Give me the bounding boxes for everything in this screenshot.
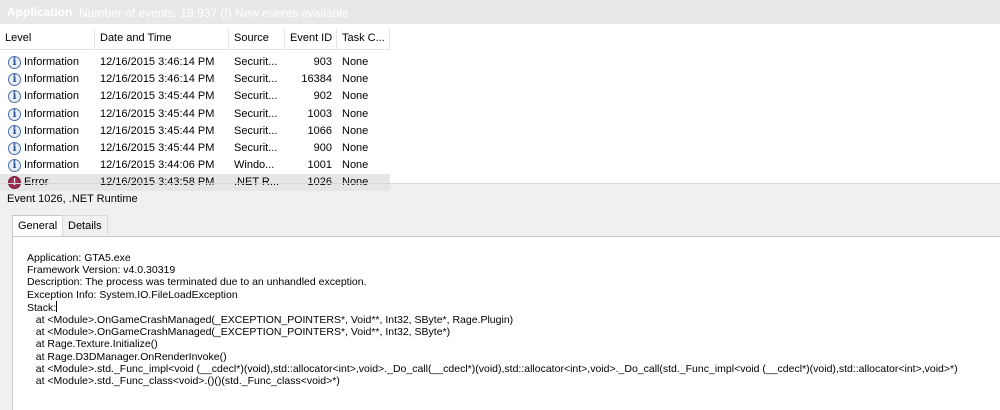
table-row[interactable]: i Information 12/16/2015 3:46:14 PM Securit… <box>0 54 390 71</box>
source-cell: Securit... <box>234 56 278 68</box>
table-row[interactable]: i Information 12/16/2015 3:44:06 PM Windo..… <box>0 157 390 174</box>
table-row[interactable]: i Information 12/16/2015 3:45:44 PM Securit… <box>0 123 390 140</box>
table-row[interactable]: i Information 12/16/2015 3:45:44 PM Securit… <box>0 140 390 157</box>
detail-line-text: at <Module>.OnGameCrashManaged(_EXCEPTIO… <box>27 314 514 327</box>
detail-line-text: Description: The process was terminated … <box>27 276 367 289</box>
event-description[interactable]: Application: GTA5.exe Framework Version: … <box>27 252 958 387</box>
level-cell: Information <box>24 73 80 86</box>
level-cell: Information <box>24 159 80 172</box>
detail-line: at <Module>.std._Func_impl<void (__cdecl… <box>27 363 958 375</box>
date-cell: 12/16/2015 3:46:14 PM <box>100 73 215 86</box>
title-bar: Application Number of events: 19,937 (!)… <box>0 0 1000 24</box>
level-cell: Information <box>24 107 80 120</box>
column-source[interactable]: Source <box>229 29 285 49</box>
detail-line: at <Module>.OnGameCrashManaged(_EXCEPTIO… <box>27 314 958 326</box>
event-id-cell: 902 <box>313 90 332 103</box>
level-cell: Information <box>24 124 80 137</box>
info-icon: i <box>8 56 21 69</box>
detail-line-text: at <Module>.std._Func_impl<void (__cdecl… <box>27 362 958 375</box>
date-cell: 12/16/2015 3:45:44 PM <box>100 142 215 154</box>
level-cell: Information <box>24 56 80 68</box>
task-category-cell: None <box>342 159 369 172</box>
detail-line-text: Exception Info: System.IO.FileLoadExcept… <box>27 288 238 301</box>
source-cell: Securit... <box>234 142 278 154</box>
table-row[interactable]: i Information 12/16/2015 3:45:44 PM Securit… <box>0 88 390 105</box>
event-id-cell: 900 <box>313 142 332 154</box>
info-icon: i <box>8 107 21 121</box>
event-title: Event 1026, .NET Runtime <box>7 193 138 205</box>
detail-line: at Rage.D3DManager.OnRenderInvoke() <box>27 351 958 363</box>
info-icon: i <box>8 159 21 173</box>
source-cell: Securit... <box>234 124 278 137</box>
column-date-time[interactable]: Date and Time <box>95 29 229 49</box>
events-table: Level Date and Time Source Event ID Task… <box>0 24 1000 192</box>
detail-line: Exception Info: System.IO.FileLoadExcept… <box>27 289 958 301</box>
detail-line-text: at Rage.Texture.Initialize() <box>27 338 158 351</box>
detail-line-text: at <Module>.OnGameCrashManaged(_EXCEPTIO… <box>27 326 451 339</box>
detail-line-text: at Rage.D3DManager.OnRenderInvoke() <box>27 350 227 363</box>
log-name: Application <box>7 5 73 19</box>
source-cell: Windo... <box>234 159 275 172</box>
event-id-cell: 903 <box>313 56 332 68</box>
date-cell: 12/16/2015 3:45:44 PM <box>100 107 215 120</box>
info-icon: i <box>8 142 21 155</box>
text-caret <box>56 300 58 312</box>
task-category-cell: None <box>342 142 369 154</box>
pane-divider[interactable] <box>0 183 1000 184</box>
detail-line-text: Application: GTA5.exe <box>27 252 131 264</box>
date-cell: 12/16/2015 3:44:06 PM <box>100 159 215 172</box>
task-category-cell: None <box>342 124 369 137</box>
info-icon: i <box>8 73 21 87</box>
detail-line-text: Stack: <box>27 301 57 314</box>
detail-line: Application: GTA5.exe <box>27 252 958 264</box>
event-id-cell: 1066 <box>307 124 332 137</box>
detail-line-text: Framework Version: v4.0.30319 <box>27 264 176 277</box>
column-event-id[interactable]: Event ID <box>285 29 337 49</box>
event-id-cell: 16384 <box>301 73 332 86</box>
event-id-cell: 1003 <box>307 107 332 120</box>
column-level[interactable]: Level <box>0 29 95 49</box>
detail-line: at <Module>.std._Func_class<void>.()()(s… <box>27 375 958 387</box>
date-cell: 12/16/2015 3:45:44 PM <box>100 124 215 137</box>
column-task-category[interactable]: Task C... <box>337 29 390 49</box>
detail-line-text: at <Module>.std._Func_class<void>.()()(s… <box>27 375 340 388</box>
general-panel: Application: GTA5.exe Framework Version: … <box>12 236 1000 410</box>
task-category-cell: None <box>342 56 369 68</box>
source-cell: Securit... <box>234 90 278 103</box>
task-category-cell: None <box>342 107 369 120</box>
info-icon: i <box>8 90 21 104</box>
event-id-cell: 1001 <box>307 159 332 172</box>
detail-line: Description: The process was terminated … <box>27 276 958 288</box>
table-row[interactable]: i Information 12/16/2015 3:45:44 PM Securit… <box>0 106 390 123</box>
table-header: Level Date and Time Source Event ID Task… <box>0 29 390 50</box>
detail-line: at <Module>.OnGameCrashManaged(_EXCEPTIO… <box>27 326 958 338</box>
events-info[interactable]: Number of events: 19,937 (!) New events … <box>79 6 348 20</box>
detail-line: Framework Version: v4.0.30319 <box>27 264 958 276</box>
detail-line: Stack: <box>27 300 958 314</box>
tab-general[interactable]: General <box>12 215 64 237</box>
task-category-cell: None <box>342 90 369 103</box>
tab-details[interactable]: Details <box>62 215 108 235</box>
detail-line: at Rage.Texture.Initialize() <box>27 338 958 350</box>
level-cell: Information <box>24 142 80 154</box>
source-cell: Securit... <box>234 73 278 86</box>
level-cell: Information <box>24 90 80 103</box>
table-row[interactable]: i Information 12/16/2015 3:46:14 PM Securit… <box>0 71 390 88</box>
date-cell: 12/16/2015 3:45:44 PM <box>100 90 215 103</box>
task-category-cell: None <box>342 73 369 86</box>
source-cell: Securit... <box>234 107 278 120</box>
info-icon: i <box>8 124 21 138</box>
date-cell: 12/16/2015 3:46:14 PM <box>100 56 215 68</box>
